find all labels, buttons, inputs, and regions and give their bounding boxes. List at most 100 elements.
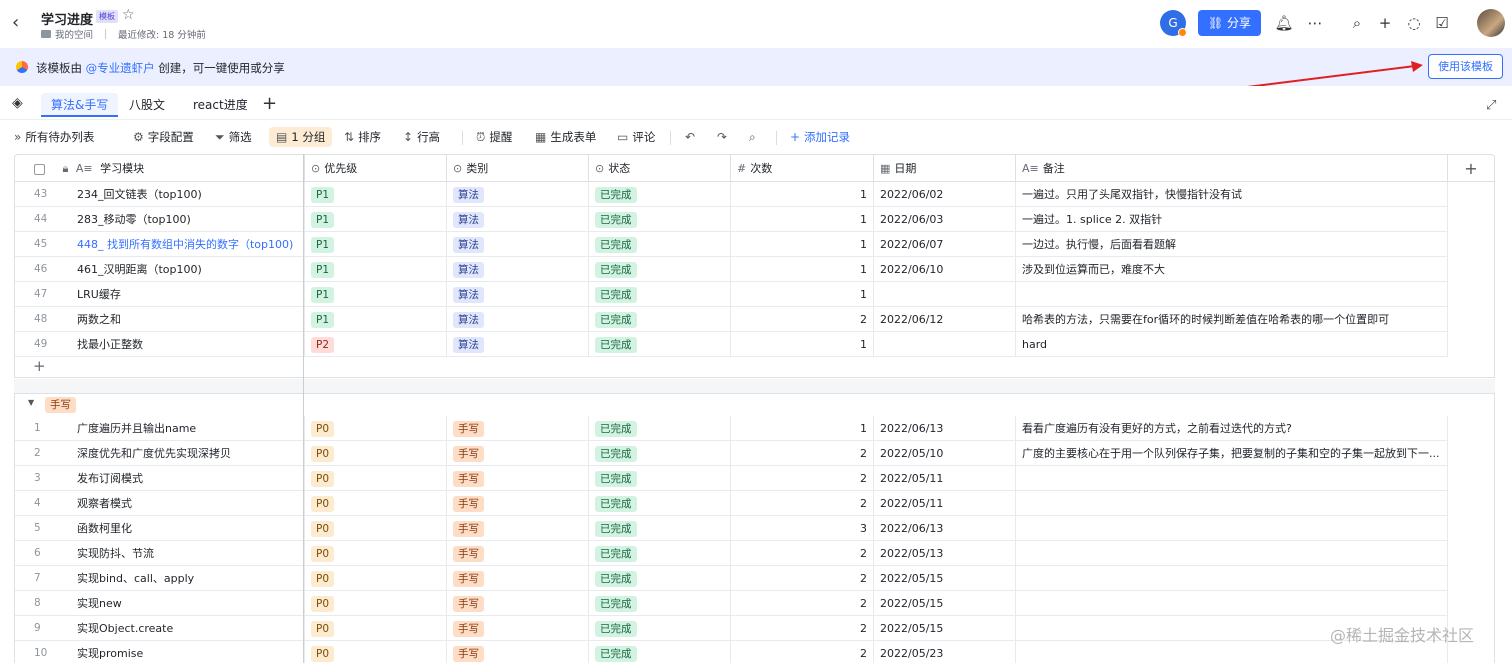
cell-priority[interactable]: P1 [305,207,447,232]
share-button[interactable]: ⛓ 分享 [1198,10,1261,36]
cell-note[interactable] [1016,516,1448,541]
user-avatar[interactable] [1477,9,1505,37]
column-header-priority[interactable]: ⊙ 优先级 [305,155,447,182]
cell-module[interactable]: LRU缓存 [71,282,305,307]
redo-icon[interactable]: ↷ [717,127,731,147]
view-switch-button[interactable]: » 所有待办列表 [14,127,94,147]
location-text[interactable]: 我的空间 [55,27,93,41]
cell-date[interactable]: 2022/05/11 [874,491,1016,516]
cell-status[interactable]: 已完成 [589,641,731,663]
star-icon[interactable]: ☆ [122,7,135,23]
cell-note[interactable] [1016,541,1448,566]
banner-author-link[interactable]: @专业遗虾户 [86,61,155,75]
cell-status[interactable]: 已完成 [589,616,731,641]
table-row[interactable]: 45 448_ 找到所有数组中消失的数字（top100) P1 算法 已完成 1 2022/… [15,232,1448,257]
more-icon[interactable]: ⋯ [1304,12,1326,34]
table-row[interactable]: 9 实现Object.create P0 手写 已完成 2 2022/05/15 [15,616,1448,641]
cell-priority[interactable]: P1 [305,307,447,332]
sort-button[interactable]: ⇅ 排序 [344,127,381,147]
cell-priority[interactable]: P0 [305,616,447,641]
collapse-caret-icon[interactable]: ▼ [28,398,34,407]
group-header[interactable]: ▼ 手写 [15,394,1494,416]
cell-date[interactable]: 2022/05/15 [874,566,1016,591]
table-row[interactable]: 2 深度优先和广度优先实现深拷贝 P0 手写 已完成 2 2022/05/10 广度的主要核心… [15,441,1448,466]
cell-status[interactable]: 已完成 [589,441,731,466]
cell-module[interactable]: 283_移动零（top100) [71,207,305,232]
cell-date[interactable] [874,332,1016,357]
table-row[interactable]: 3 发布订阅模式 P0 手写 已完成 2 2022/05/11 [15,466,1448,491]
cell-module[interactable]: 448_ 找到所有数组中消失的数字（top100) [71,232,305,257]
cell-priority[interactable]: P1 [305,232,447,257]
table-row[interactable]: 43 234_回文链表（top100) P1 算法 已完成 1 2022/06/02 一遍过。… [15,182,1448,207]
table-row[interactable]: 48 两数之和 P1 算法 已完成 2 2022/06/12 哈希表的方法，只需要在for循环… [15,307,1448,332]
cell-priority[interactable]: P0 [305,541,447,566]
cell-status[interactable]: 已完成 [589,282,731,307]
cell-status[interactable]: 已完成 [589,591,731,616]
cell-status[interactable]: 已完成 [589,516,731,541]
cell-count[interactable]: 2 [731,641,874,663]
column-header-category[interactable]: ⊙ 类别 [447,155,589,182]
cell-status[interactable]: 已完成 [589,257,731,282]
cell-note[interactable]: 一边过。执行慢，后面看看题解 [1016,232,1448,257]
cell-note[interactable] [1016,282,1448,307]
cell-date[interactable]: 2022/05/11 [874,466,1016,491]
remind-button[interactable]: ⏰︎ 提醒 [476,127,512,147]
cell-category[interactable]: 算法 [447,332,589,357]
cell-module[interactable]: 实现防抖、节流 [71,541,305,566]
cell-category[interactable]: 手写 [447,566,589,591]
cell-category[interactable]: 算法 [447,307,589,332]
cell-note[interactable]: 一遍过。1. splice 2. 双指针 [1016,207,1448,232]
find-icon[interactable]: ⌕ [749,127,760,147]
cell-category[interactable]: 手写 [447,591,589,616]
cell-count[interactable]: 2 [731,466,874,491]
cell-category[interactable]: 手写 [447,466,589,491]
cell-count[interactable]: 2 [731,307,874,332]
column-header-date[interactable]: ▦ 日期 [874,155,1016,182]
cell-category[interactable]: 算法 [447,257,589,282]
cell-count[interactable]: 1 [731,282,874,307]
comment-button[interactable]: ▭ 评论 [617,127,655,147]
add-table-icon[interactable]: + [262,93,277,114]
cell-module[interactable]: 函数柯里化 [71,516,305,541]
cell-module[interactable]: 发布订阅模式 [71,466,305,491]
column-header-note[interactable]: A≡ 备注 [1016,155,1448,182]
cell-count[interactable]: 2 [731,491,874,516]
cell-note[interactable]: hard [1016,332,1448,357]
cell-status[interactable]: 已完成 [589,182,731,207]
cell-status[interactable]: 已完成 [589,416,731,441]
checkbox-icon[interactable]: ☑ [1431,12,1453,34]
cell-note[interactable] [1016,466,1448,491]
cell-count[interactable]: 2 [731,616,874,641]
cell-module[interactable]: 461_汉明距离（top100) [71,257,305,282]
cell-priority[interactable]: P2 [305,332,447,357]
table-row[interactable]: 10 实现promise P0 手写 已完成 2 2022/05/23 [15,641,1448,663]
bell-icon[interactable]: 🔔︎ [1273,12,1295,34]
cell-module[interactable]: 两数之和 [71,307,305,332]
table-row[interactable]: 5 函数柯里化 P0 手写 已完成 3 2022/06/13 [15,516,1448,541]
cell-status[interactable]: 已完成 [589,332,731,357]
table-row[interactable]: 46 461_汉明距离（top100) P1 算法 已完成 1 2022/06/10 涉及到位… [15,257,1448,282]
cell-priority[interactable]: P0 [305,641,447,663]
cell-count[interactable]: 2 [731,541,874,566]
cell-note[interactable]: 哈希表的方法，只需要在for循环的时候判断差值在哈希表的哪一个位置即可 [1016,307,1448,332]
table-row[interactable]: 49 找最小正整数 P2 算法 已完成 1 hard [15,332,1448,357]
cell-note[interactable] [1016,566,1448,591]
cell-priority[interactable]: P0 [305,566,447,591]
cell-status[interactable]: 已完成 [589,566,731,591]
cell-category[interactable]: 算法 [447,207,589,232]
cell-date[interactable]: 2022/05/23 [874,641,1016,663]
column-header-module[interactable]: 🔒︎ A≡ 学习模块 [15,155,305,182]
cell-category[interactable]: 算法 [447,282,589,307]
column-header-count[interactable]: # 次数 [731,155,874,182]
cell-priority[interactable]: P1 [305,282,447,307]
cell-module[interactable]: 234_回文链表（top100) [71,182,305,207]
cell-module[interactable]: 找最小正整数 [71,332,305,357]
cell-date[interactable]: 2022/05/15 [874,616,1016,641]
table-row[interactable]: 1 广度遍历并且输出name P0 手写 已完成 1 2022/06/13 看看广度遍历有没有… [15,416,1448,441]
cell-date[interactable]: 2022/06/10 [874,257,1016,282]
cell-count[interactable]: 1 [731,232,874,257]
back-icon[interactable]: ‹ [12,12,32,34]
add-column-icon[interactable]: + [1448,155,1494,182]
cell-category[interactable]: 算法 [447,232,589,257]
cell-module[interactable]: 广度遍历并且输出name [71,416,305,441]
